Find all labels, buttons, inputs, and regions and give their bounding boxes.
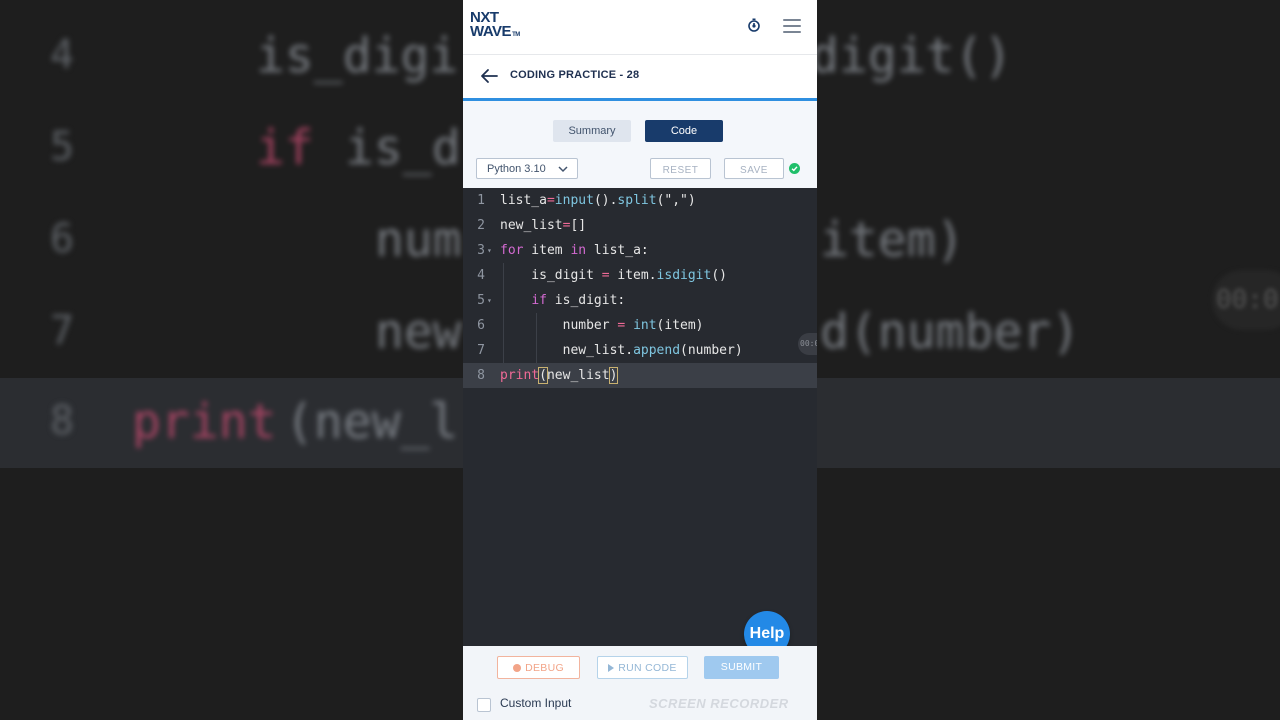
- code-text: is_digit = item.isdigit(): [500, 268, 727, 283]
- submit-button[interactable]: SUBMIT: [704, 656, 779, 679]
- floating-timer-bubble[interactable]: 00:0: [798, 333, 817, 355]
- bg-line-number: 4: [50, 32, 75, 78]
- bg-code-fragment: item): [820, 212, 965, 268]
- back-arrow-icon[interactable]: [480, 68, 498, 84]
- tab-summary[interactable]: Summary: [553, 120, 631, 142]
- custom-input-label: Custom Input: [500, 696, 572, 710]
- code-line[interactable]: 2 new_list=[]: [463, 213, 817, 238]
- bg-code-fragment: (new_l: [285, 394, 459, 450]
- hamburger-menu-icon[interactable]: [783, 19, 801, 33]
- code-text: for item in list_a:: [500, 243, 649, 258]
- bg-code-fragment: is_d: [345, 120, 461, 176]
- code-editor[interactable]: 1 list_a=input().split(",") 2 new_list=[…: [463, 188, 817, 646]
- bg-line-number: 7: [50, 308, 75, 354]
- tab-code[interactable]: Code: [645, 120, 723, 142]
- code-line[interactable]: 4 is_digit = item.isdigit(): [463, 263, 817, 288]
- custom-input-checkbox[interactable]: [477, 698, 491, 712]
- bg-code-fragment: digit(): [810, 28, 1013, 84]
- line-number: 4: [477, 268, 485, 283]
- bug-icon: [513, 664, 522, 673]
- bg-line-number: 5: [50, 124, 75, 170]
- fold-chevron-icon[interactable]: ▾: [487, 288, 492, 313]
- page-title: CODING PRACTICE - 28: [510, 69, 640, 81]
- line-number: 3: [477, 243, 485, 258]
- line-number: 8: [477, 368, 485, 383]
- code-line[interactable]: 1 list_a=input().split(","): [463, 188, 817, 213]
- code-line[interactable]: 7 new_list.append(number): [463, 338, 817, 363]
- bg-code-fragment: if: [256, 120, 314, 176]
- code-text: list_a=input().split(","): [500, 193, 696, 208]
- language-select-value: Python 3.10: [487, 163, 546, 175]
- stopwatch-icon[interactable]: [747, 18, 761, 32]
- fold-chevron-icon[interactable]: ▾: [487, 238, 492, 263]
- run-code-button[interactable]: RUN CODE: [597, 656, 688, 679]
- reset-button[interactable]: RESET: [650, 158, 711, 179]
- code-text: new_list.append(number): [500, 343, 743, 358]
- bg-line-number: 6: [50, 216, 75, 262]
- line-number: 6: [477, 318, 485, 333]
- mobile-app: NXT WAVETM CODING PRACTICE - 28 Summary …: [463, 0, 817, 720]
- bg-line-number: 8: [50, 398, 75, 444]
- line-number: 5: [477, 293, 485, 308]
- screen-recorder-watermark: SCREEN RECORDER: [649, 696, 789, 711]
- logo-tm: TM: [512, 32, 520, 38]
- bg-code-fragment: is_digi: [256, 28, 459, 84]
- line-number: 7: [477, 343, 485, 358]
- logo-bottom: WAVE: [470, 23, 512, 40]
- line-number: 2: [477, 218, 485, 233]
- save-button[interactable]: SAVE: [724, 158, 784, 179]
- editor-toolbar: Summary Code Python 3.10 RESET SAVE: [463, 101, 817, 188]
- code-line[interactable]: 5 ▾ if is_digit:: [463, 288, 817, 313]
- code-text: number = int(item): [500, 318, 704, 333]
- code-text: print(new_list): [500, 367, 619, 384]
- debug-button[interactable]: DEBUG: [497, 656, 580, 679]
- play-icon: [608, 664, 615, 673]
- nxtwave-logo[interactable]: NXT WAVETM: [470, 10, 520, 42]
- code-line[interactable]: 6 number = int(item): [463, 313, 817, 338]
- app-header: NXT WAVETM: [463, 0, 817, 55]
- code-text: if is_digit:: [531, 293, 626, 308]
- code-text: new_list=[]: [500, 218, 587, 233]
- line-number: 1: [477, 193, 485, 208]
- action-footer: DEBUG RUN CODE SUBMIT Custom Input SCREE…: [463, 646, 817, 720]
- bg-code-fragment: new: [375, 304, 462, 360]
- bg-code-fragment: print: [132, 394, 277, 450]
- debug-label: DEBUG: [525, 662, 564, 674]
- title-bar: CODING PRACTICE - 28: [463, 55, 817, 101]
- bg-timer: 00:0: [1212, 270, 1280, 330]
- code-line-active[interactable]: 8 print(new_list): [463, 363, 817, 388]
- saved-check-icon: [789, 163, 800, 174]
- bg-code-fragment: num: [375, 212, 462, 268]
- run-code-label: RUN CODE: [618, 662, 677, 674]
- language-select[interactable]: Python 3.10: [476, 158, 578, 179]
- code-line[interactable]: 3 ▾ for item in list_a:: [463, 238, 817, 263]
- code-token: list_a: [500, 193, 547, 208]
- bg-code-fragment: d(number): [820, 304, 1081, 360]
- chevron-down-icon: [558, 166, 568, 173]
